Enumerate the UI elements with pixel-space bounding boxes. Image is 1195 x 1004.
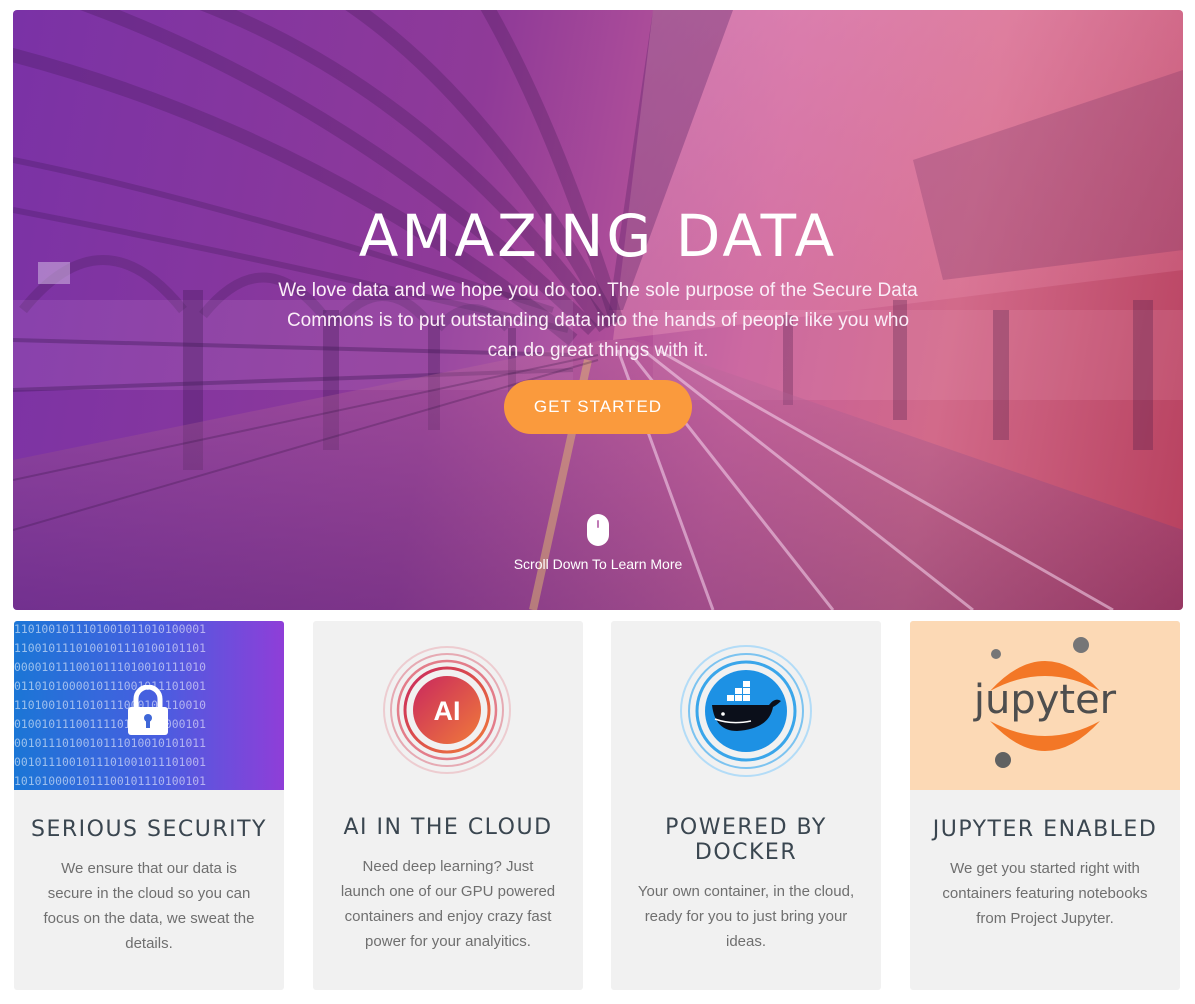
hero-lead-text: We love data and we hope you do too. The…	[278, 280, 918, 361]
card-description: Your own container, in the cloud, ready …	[637, 883, 855, 950]
mouse-icon	[587, 514, 609, 546]
feature-card-jupyter: jupyter JUPYTER ENABLED We get you start…	[910, 621, 1180, 990]
jupyter-card-image: jupyter	[910, 621, 1180, 790]
scroll-down-hint[interactable]: Scroll Down To Learn More	[13, 514, 1183, 574]
feature-card-ai: AI AI IN THE CLOUD Need deep learning? J…	[313, 621, 583, 990]
jupyter-logo-text: jupyter	[973, 677, 1117, 723]
feature-card-security: 1101001011101001011010100001 110010111010…	[14, 621, 284, 990]
docker-card-image	[611, 621, 881, 790]
feature-card-docker: POWERED BY DOCKER Your own container, in…	[611, 621, 881, 990]
binary-row: 0100101110011110101010000101	[14, 717, 206, 731]
ai-badge-text: AI	[434, 696, 461, 726]
hero-title: AMAZING DATA	[358, 202, 838, 270]
hero-content: AMAZING DATA We love data and we hope yo…	[13, 200, 1183, 434]
card-description: We get you started right with containers…	[942, 860, 1148, 927]
jupyter-logo-icon: jupyter	[973, 637, 1117, 768]
binary-row: 1100101110100101110100101101	[14, 641, 206, 655]
binary-row: 1101001011010111000101110010	[14, 698, 206, 712]
card-description: Need deep learning? Just launch one of o…	[340, 858, 556, 950]
binary-row: 0010111001011101001011101001	[14, 755, 206, 769]
get-started-button[interactable]: GET STARTED	[503, 380, 693, 434]
hero-banner: AMAZING DATA We love data and we hope yo…	[13, 10, 1183, 610]
card-description: We ensure that our data is secure in the…	[43, 860, 255, 952]
card-title: POWERED BY DOCKER	[665, 815, 827, 865]
card-title: SERIOUS SECURITY	[31, 817, 267, 842]
docker-whale-icon	[680, 645, 812, 777]
binary-row: 1101001011101001011010100001	[14, 622, 206, 636]
binary-row: 0000101110010111010010111010	[14, 660, 206, 674]
binary-row: 0110101000010111001011101001	[14, 679, 206, 693]
card-title: JUPYTER ENABLED	[932, 817, 1158, 842]
scroll-down-text: Scroll Down To Learn More	[513, 556, 683, 572]
binary-row: 0010111010010111010010101011	[14, 736, 206, 750]
ai-icon: AI	[383, 646, 511, 774]
security-card-image: 1101001011101001011010100001 110010111010…	[14, 621, 284, 790]
padlock-icon	[128, 685, 168, 735]
binary-row: 1010100001011100101110100101	[14, 774, 206, 788]
ai-card-image: AI	[313, 621, 583, 790]
card-title: AI IN THE CLOUD	[343, 815, 553, 840]
